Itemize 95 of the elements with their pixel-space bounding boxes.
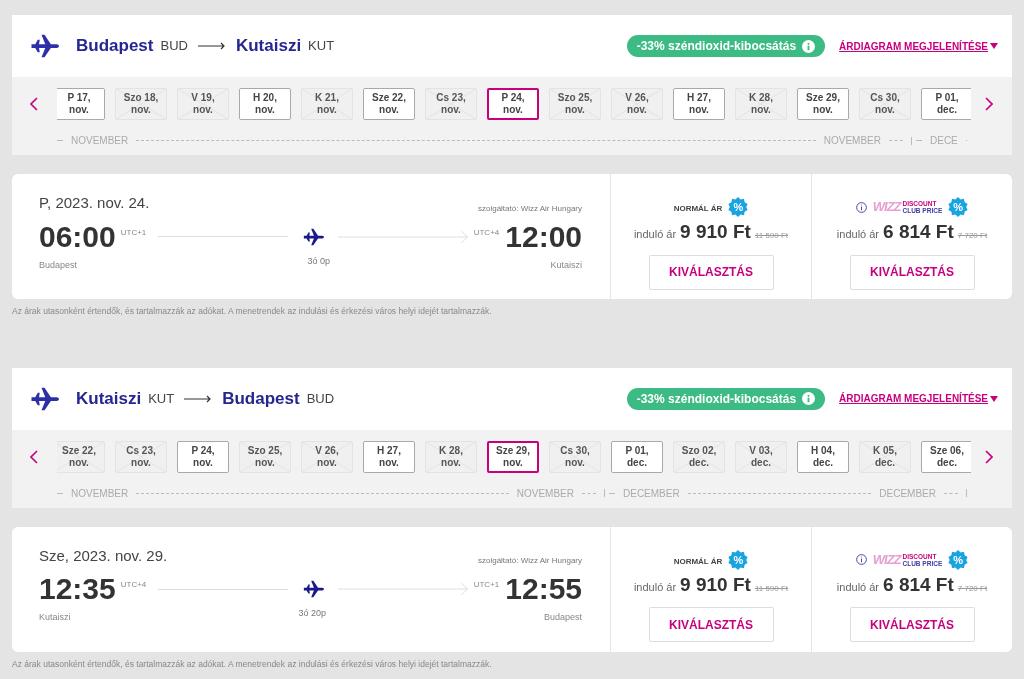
date-chip[interactable]: P 24, nov.: [487, 88, 539, 120]
footnote-text: Az árak utasonként értendők, és tartalmazzák az adókat. A menetrendek az indulási és érkezési város helyi idejét tartalmazzák.: [12, 305, 493, 318]
operator-text: szolgáltató: Wizz Air Hungary: [477, 555, 582, 568]
original-price: 7 720 Ft: [957, 582, 988, 595]
date-chip[interactable]: P 24, nov.: [177, 440, 229, 473]
select-button[interactable]: KIVÁLASZTÁS: [849, 254, 975, 290]
date-chip[interactable]: H 20, nov.: [239, 88, 291, 120]
destination-code: KUT: [308, 37, 335, 56]
fare-price: 9 910 Ft: [680, 572, 751, 597]
date-chip[interactable]: Cs 30, nov.: [549, 440, 601, 473]
date-chip[interactable]: V 26, nov.: [301, 440, 353, 473]
discount-badge: %: [728, 197, 749, 217]
date-chip[interactable]: K 28, nov.: [735, 88, 787, 120]
price-prefix: induló ár: [633, 579, 677, 595]
arrival-city: Kutaiszi: [550, 258, 582, 272]
date-chip[interactable]: Sze 22, nov.: [57, 440, 105, 473]
date-chip[interactable]: V 19, nov.: [177, 88, 229, 120]
month-label: NOVEMBER: [823, 134, 881, 148]
flight-date: Sze, 2023. nov. 29.: [39, 545, 168, 566]
discount-badge: %: [728, 549, 749, 570]
info-icon[interactable]: [855, 201, 867, 213]
date-chip[interactable]: H 27, nov.: [363, 440, 415, 473]
price-prefix: induló ár: [633, 227, 677, 242]
original-price: 7 720 Ft: [957, 230, 988, 242]
arrow-icon: [184, 393, 213, 404]
departure-city: Kutaiszi: [39, 611, 71, 625]
date-chip[interactable]: K 28, nov.: [425, 440, 477, 473]
caret-icon: [990, 395, 998, 402]
flight-duration: 3ó 0p: [307, 254, 330, 268]
date-chip[interactable]: K 21, nov.: [301, 88, 353, 120]
price-prefix: induló ár: [836, 579, 880, 595]
month-label: DECEMBER: [879, 486, 936, 501]
destination-city: Budapest: [222, 388, 300, 410]
select-button[interactable]: KIVÁLASZTÁS: [648, 607, 774, 643]
date-chip[interactable]: Sze 06, dec.: [921, 440, 971, 473]
date-chip[interactable]: P 01, dec.: [921, 88, 971, 120]
price-chart-link[interactable]: ÁRDIAGRAM MEGJELENÍTÉSE: [839, 38, 998, 54]
flight-duration: 3ó 20p: [298, 607, 326, 621]
info-icon[interactable]: [855, 554, 867, 566]
month-label: DECE: [930, 134, 958, 148]
destination-city: Kutaiszi: [235, 35, 302, 58]
arrival-city: Budapest: [543, 611, 582, 625]
origin-city: Budapest: [76, 35, 154, 58]
departure-time: 06:00: [39, 218, 116, 255]
select-button[interactable]: KIVÁLASZTÁS: [849, 607, 975, 643]
date-chip[interactable]: Szo 25, nov.: [239, 440, 291, 473]
timezone-label: UTC+1: [473, 579, 500, 592]
date-chip[interactable]: Szo 18, nov.: [115, 88, 167, 120]
timezone-label: UTC+4: [473, 226, 500, 239]
month-label: NOVEMBER: [71, 134, 129, 148]
operator-text: szolgáltató: Wizz Air Hungary: [477, 202, 582, 215]
discount-badge: %: [948, 197, 969, 217]
date-chip[interactable]: Szo 25, nov.: [549, 88, 601, 120]
flight-date: P, 2023. nov. 24.: [39, 193, 150, 213]
fare-label: NORMÁL ÁR: [673, 203, 723, 215]
fare-price: 9 910 Ft: [680, 220, 751, 244]
date-chip[interactable]: Szo 02, dec.: [673, 440, 725, 473]
date-chip[interactable]: Cs 30, nov.: [859, 88, 911, 120]
arrival-time: 12:55: [505, 571, 582, 608]
departure-time: 12:35: [39, 571, 116, 608]
timezone-label: UTC+1: [120, 226, 147, 239]
fare-price: 6 814 Ft: [883, 220, 954, 244]
origin-city: Kutaiszi: [76, 388, 142, 410]
date-chip[interactable]: Sze 29, nov.: [797, 88, 849, 120]
timezone-label: UTC+4: [120, 579, 147, 592]
original-price: 11 590 Ft: [754, 230, 789, 242]
date-chip[interactable]: Sze 22, nov.: [363, 88, 415, 120]
original-price: 11 590 Ft: [754, 582, 789, 595]
fare-price: 6 814 Ft: [883, 572, 954, 597]
arrival-time: 12:00: [505, 218, 582, 255]
date-chip[interactable]: Cs 23, nov.: [115, 440, 167, 473]
month-label: NOVEMBER: [71, 486, 129, 501]
destination-code: BUD: [306, 390, 335, 408]
fare-label: NORMÁL ÁR: [673, 555, 723, 568]
select-button[interactable]: KIVÁLASZTÁS: [648, 254, 774, 290]
departure-city: Budapest: [39, 258, 78, 272]
date-chip[interactable]: P 17, nov.: [57, 88, 105, 120]
date-chip[interactable]: Cs 23, nov.: [425, 88, 477, 120]
month-label: DECEMBER: [623, 486, 680, 501]
arrow-icon: [197, 41, 226, 51]
date-chip[interactable]: P 01, dec.: [611, 440, 663, 473]
origin-code: KUT: [148, 390, 175, 408]
caret-icon: [990, 43, 998, 49]
date-chip[interactable]: H 27, nov.: [673, 88, 725, 120]
date-chip[interactable]: K 05, dec.: [859, 440, 911, 473]
month-label: NOVEMBER: [516, 486, 574, 501]
price-chart-link[interactable]: ÁRDIAGRAM MEGJELENÍTÉSE: [839, 391, 998, 407]
price-prefix: induló ár: [836, 227, 880, 242]
date-chip[interactable]: H 04, dec.: [797, 440, 849, 473]
footnote-text: Az árak utasonként értendők, és tartalmazzák az adókat. A menetrendek az indulási és érkezési város helyi idejét tartalmazzák.: [12, 657, 493, 671]
origin-code: BUD: [160, 37, 188, 56]
date-chip[interactable]: Sze 29, nov.: [487, 440, 539, 473]
date-chip[interactable]: V 03, dec.: [735, 440, 787, 473]
date-chip[interactable]: V 26, nov.: [611, 88, 663, 120]
discount-badge: %: [948, 549, 969, 570]
